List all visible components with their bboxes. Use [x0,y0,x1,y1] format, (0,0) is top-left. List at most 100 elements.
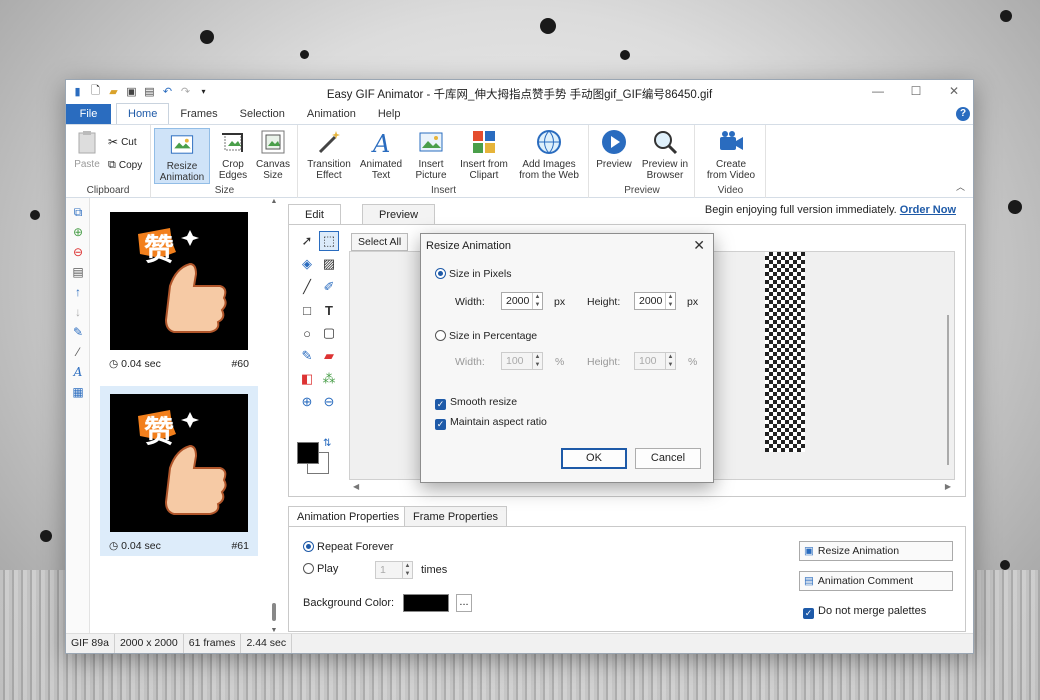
transition-effect-button[interactable]: Transition Effect [305,128,353,181]
foreground-color-swatch[interactable] [297,442,319,464]
checkbox-checked[interactable]: ✓ [435,419,446,430]
tab-animation[interactable]: Animation [296,104,367,124]
effect-icon[interactable]: ⁂ [319,369,339,389]
delete-frame-icon[interactable]: ⊖ [66,242,90,262]
stepper-arrows[interactable]: ▲ ▼ [532,353,542,369]
line-icon[interactable]: ╱ [297,277,317,297]
close-button[interactable]: ✕ [935,80,973,102]
ok-button[interactable]: OK [561,448,627,469]
dialog-close-icon[interactable]: ✕ [693,237,705,254]
color-picker-button[interactable]: ... [456,594,472,612]
height-pixels-stepper[interactable]: 2000 ▲ ▼ [634,292,676,310]
radio-selected[interactable] [435,268,446,279]
eyedropper-icon[interactable]: ✎ [297,346,317,366]
play-count-stepper[interactable]: 1 ▲ ▼ [375,561,413,579]
effect-wand-icon[interactable]: ⁄ [66,342,90,362]
tab-home[interactable]: Home [116,103,170,124]
checkbox-checked[interactable]: ✓ [435,399,446,410]
scroll-up-arrow[interactable]: ▲ [270,198,278,205]
stepper-arrows[interactable]: ▲ ▼ [665,293,675,309]
background-color-swatch[interactable] [403,594,449,612]
no-merge-palettes-option[interactable]: ✓ Do not merge palettes [803,605,926,619]
paste-button[interactable]: Paste [72,128,102,170]
scroll-left-arrow[interactable]: ◀ [353,482,359,492]
pointer-icon[interactable]: ➚ [297,231,317,251]
copy-button[interactable]: ⧉ Copy [108,159,142,172]
color-selector[interactable]: ⇅ [297,438,333,476]
select-rect-icon[interactable]: ⬚ [319,231,339,251]
radio-unselected[interactable] [435,330,446,341]
order-now-link[interactable]: Order Now [900,204,956,216]
width-percent-stepper[interactable]: 100 ▲ ▼ [501,352,543,370]
width-pixels-stepper[interactable]: 2000 ▲ ▼ [501,292,543,310]
height-percent-stepper[interactable]: 100 ▲ ▼ [634,352,676,370]
tab-frame-properties[interactable]: Frame Properties [404,506,507,527]
stepper-arrows[interactable]: ▲ ▼ [402,562,412,578]
stepper-arrows[interactable]: ▲ ▼ [665,353,675,369]
preview-browser-button[interactable]: Preview in Browser [640,128,690,181]
height-pixels-value[interactable]: 2000 [635,295,665,307]
zoom-out-icon[interactable]: ⊖ [319,392,339,412]
brush-icon[interactable]: ✐ [319,277,339,297]
resize-animation-button[interactable]: ▣ Resize Animation [799,541,953,561]
select-all-button[interactable]: Select All [351,233,409,251]
create-from-video-button[interactable]: Create from Video [702,128,760,181]
help-icon[interactable]: ? [956,107,970,121]
move-up-icon[interactable]: ↑ [66,282,90,302]
cancel-button[interactable]: Cancel [635,448,701,469]
rectangle-icon[interactable]: □ [297,300,317,320]
radio-unselected[interactable] [303,563,314,574]
rounded-rect-icon[interactable]: ▢ [319,323,339,343]
text-tool-icon[interactable]: T [319,300,339,320]
width-pixels-value[interactable]: 2000 [502,295,532,307]
duplicate-frame-icon[interactable]: ▤ [66,262,90,282]
crop-edges-button[interactable]: Crop Edges [216,128,250,181]
insert-frame-icon[interactable]: ⧉ [66,202,90,222]
tab-frames[interactable]: Frames [169,104,228,124]
stepper-arrows[interactable]: ▲ ▼ [532,293,542,309]
edit-frame-icon[interactable]: ✎ [66,322,90,342]
eraser-icon[interactable]: ▰ [319,346,339,366]
insert-picture-button[interactable]: Insert Picture [411,128,451,181]
play-option[interactable]: Play [303,563,338,575]
preview-button[interactable]: Preview [596,128,632,170]
scroll-right-arrow[interactable]: ▶ [945,482,951,492]
size-pixels-option[interactable]: Size in Pixels [435,268,511,280]
canvas-vertical-scrollbar[interactable] [947,315,949,465]
tab-file[interactable]: File [66,104,111,124]
radio-selected[interactable] [303,541,314,552]
animated-text-button[interactable]: A Animated Text [359,128,403,181]
cut-button[interactable]: ✂ Cut [108,135,137,149]
swap-colors-icon[interactable]: ⇅ [323,438,331,449]
gradient-icon[interactable]: ▨ [319,254,339,274]
size-percentage-option[interactable]: Size in Percentage [435,330,537,342]
tab-help[interactable]: Help [367,104,412,124]
frame-item[interactable]: 赞 ◷ 0.04 sec #60 [100,204,258,374]
tab-selection[interactable]: Selection [229,104,296,124]
move-down-icon[interactable]: ↓ [66,302,90,322]
canvas-size-button[interactable]: Canvas Size [254,128,292,181]
add-images-web-button[interactable]: Add Images from the Web [517,128,581,181]
ellipse-icon[interactable]: ○ [297,323,317,343]
minimize-button[interactable]: — [859,80,897,102]
tab-edit[interactable]: Edit [288,204,341,225]
resize-animation-button[interactable]: Resize Animation [154,128,210,184]
maintain-aspect-option[interactable]: ✓ Maintain aspect ratio [435,416,547,430]
tab-preview[interactable]: Preview [362,204,436,225]
flip-icon[interactable]: ◧ [297,369,317,389]
insert-clipart-button[interactable]: Insert from Clipart [456,128,512,181]
collapse-ribbon-icon[interactable]: ︿ [956,180,965,193]
zoom-in-icon[interactable]: ⊕ [297,392,317,412]
animation-comment-button[interactable]: ▤ Animation Comment [799,571,953,591]
frame-item-selected[interactable]: 赞 ◷ 0.04 sec #61 [100,386,258,556]
grid-view-icon[interactable]: ▦ [66,382,90,402]
repeat-forever-option[interactable]: Repeat Forever [303,541,393,553]
text-tool-icon[interactable]: A [66,362,90,382]
scroll-thumb[interactable] [272,603,276,621]
maximize-button[interactable]: ☐ [897,80,935,102]
canvas-horizontal-scrollbar[interactable]: ◀ ▶ [349,482,955,492]
add-frame-icon[interactable]: ⊕ [66,222,90,242]
tab-animation-properties[interactable]: Animation Properties [288,506,409,527]
frame-list-scrollbar[interactable]: ▲ ▼ [270,198,278,634]
fill-bucket-icon[interactable]: ◈ [297,254,317,274]
